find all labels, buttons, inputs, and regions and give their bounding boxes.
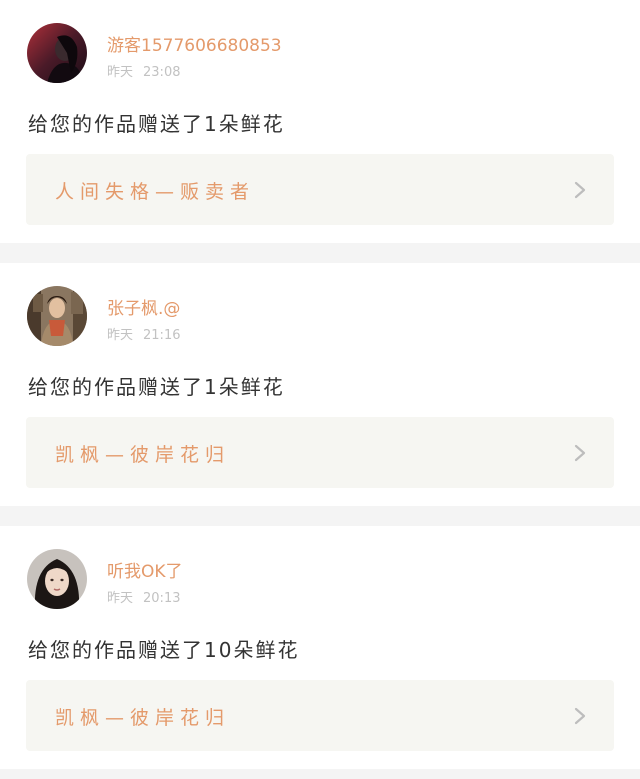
timestamp-time: 20:13: [143, 591, 181, 606]
timestamp-day: 昨天: [107, 328, 134, 343]
timestamp-day: 昨天: [107, 65, 134, 80]
timestamp: 昨天 23:08: [107, 61, 180, 80]
username[interactable]: 张子枫.@: [107, 294, 180, 319]
gift-message: 给您的作品赠送了10朵鲜花: [28, 638, 300, 662]
chevron-right-icon: [574, 707, 586, 725]
username[interactable]: 听我OK了: [107, 557, 183, 582]
scarf-portrait-icon: [27, 286, 87, 346]
user-avatar[interactable]: [27, 23, 87, 83]
work-link[interactable]: 凯枫—彼岸花归: [26, 417, 614, 488]
work-link[interactable]: 人间失格—贩卖者: [26, 154, 614, 225]
chevron-right-icon: [574, 444, 586, 462]
user-avatar[interactable]: [27, 286, 87, 346]
timestamp: 昨天 20:13: [107, 587, 180, 606]
timestamp: 昨天 21:16: [107, 324, 180, 343]
chevron-right-icon: [574, 181, 586, 199]
user-avatar[interactable]: [27, 549, 87, 609]
dark-portrait-icon: [27, 23, 87, 83]
gift-notification-feed: 游客1577606680853 昨天 23:08 给您的作品赠送了1朵鲜花 人间失…: [0, 0, 640, 769]
work-title: 凯枫—彼岸花归: [55, 444, 231, 466]
gift-message: 给您的作品赠送了1朵鲜花: [28, 375, 285, 399]
username[interactable]: 游客1577606680853: [107, 31, 282, 56]
work-link[interactable]: 凯枫—彼岸花归: [26, 680, 614, 751]
notification-card: 听我OK了 昨天 20:13 给您的作品赠送了10朵鲜花 凯枫—彼岸花归: [0, 526, 640, 769]
gift-message: 给您的作品赠送了1朵鲜花: [28, 112, 285, 136]
notification-card: 游客1577606680853 昨天 23:08 给您的作品赠送了1朵鲜花 人间失…: [0, 0, 640, 243]
work-title: 人间失格—贩卖者: [55, 181, 256, 203]
notification-card: 张子枫.@ 昨天 21:16 给您的作品赠送了1朵鲜花 凯枫—彼岸花归: [0, 263, 640, 506]
timestamp-time: 23:08: [143, 65, 181, 80]
girl-portrait-icon: [27, 549, 87, 609]
timestamp-day: 昨天: [107, 591, 134, 606]
work-title: 凯枫—彼岸花归: [55, 707, 231, 729]
timestamp-time: 21:16: [143, 328, 181, 343]
